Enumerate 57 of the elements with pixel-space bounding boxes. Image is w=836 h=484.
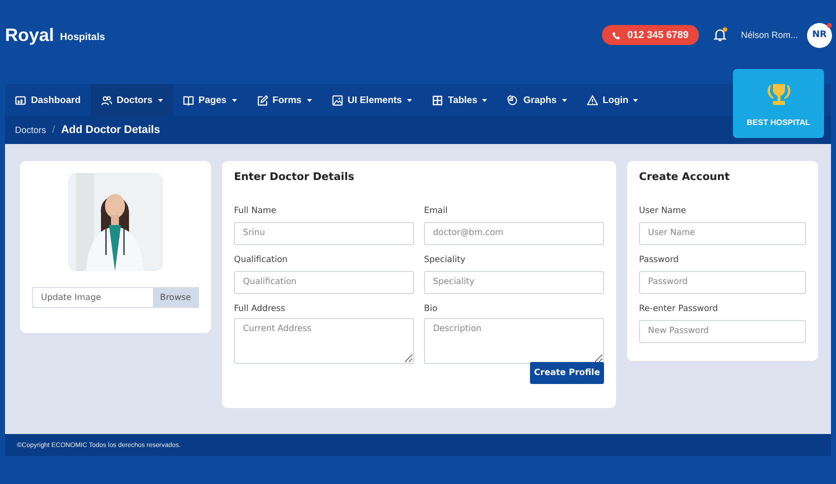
caret-icon <box>306 98 312 102</box>
phone-button[interactable]: 012 345 6789 <box>602 25 699 45</box>
field-label: Qualification <box>234 255 289 267</box>
nav-item[interactable]: UI Elements <box>322 84 422 116</box>
nav-item[interactable]: Pages <box>172 84 247 116</box>
card-title: Create Account <box>639 171 731 185</box>
caret-icon <box>406 98 412 102</box>
caret-icon <box>482 98 488 102</box>
input-field[interactable]: Password <box>639 270 806 294</box>
caret-icon <box>633 98 638 102</box>
nav-item[interactable]: Tables <box>422 84 498 116</box>
input-field[interactable]: doctor@bm.com <box>424 222 604 244</box>
browse-button[interactable]: Browse <box>153 288 198 307</box>
create-profile-button[interactable]: Create Profile <box>530 362 604 384</box>
caret-icon <box>158 98 163 102</box>
breadcrumb-link[interactable]: Doctors <box>15 125 46 135</box>
nav-item[interactable]: Login <box>576 84 648 116</box>
field-label: Speciality <box>424 255 466 267</box>
input-field[interactable]: New Password <box>639 320 806 342</box>
input-field[interactable]: User Name <box>639 222 806 244</box>
award-label: BEST HOSPITAL <box>746 118 810 126</box>
table-icon <box>432 94 443 106</box>
nav-item[interactable]: Dashboard <box>5 84 91 116</box>
page-title: Add Doctor Details <box>61 124 160 136</box>
card-title: Enter Doctor Details <box>234 171 356 185</box>
user-avatar[interactable]: NR <box>807 22 832 48</box>
field-label: User Name <box>639 206 688 218</box>
nav-item[interactable]: Doctors <box>90 84 173 116</box>
user-name[interactable]: Nélson Rom... <box>740 30 798 40</box>
field-label: Email <box>424 206 449 218</box>
book-icon <box>182 94 194 106</box>
field-label: Password <box>639 255 680 267</box>
field-label: Bio <box>424 304 438 316</box>
image-icon <box>332 94 343 106</box>
input-field[interactable]: Srinu <box>234 222 414 244</box>
users-icon <box>100 94 112 106</box>
field-label: Full Name <box>234 206 278 218</box>
warning-icon <box>586 94 598 106</box>
caret-icon <box>232 98 237 102</box>
caret-icon <box>562 98 567 102</box>
bell-icon[interactable] <box>712 28 727 42</box>
nav-item[interactable]: Graphs <box>497 84 577 116</box>
input-field[interactable]: Speciality <box>424 270 604 294</box>
pie-chart-icon <box>507 94 518 106</box>
brand-subtitle: Hospitals <box>60 32 106 43</box>
edit-icon <box>256 94 268 106</box>
field-label: Re-enter Password <box>639 304 719 316</box>
textarea-field[interactable]: Description <box>424 318 604 364</box>
brand-logo: Royal <box>5 24 54 46</box>
phone-icon <box>612 30 622 40</box>
dashboard-icon <box>15 94 26 106</box>
nav-item[interactable]: Forms <box>246 84 322 116</box>
textarea-field[interactable]: Current Address <box>234 318 414 364</box>
breadcrumb-separator: / <box>52 125 56 135</box>
field-label: Full Address <box>234 304 286 316</box>
input-field[interactable]: Qualification <box>234 270 414 294</box>
file-input-field[interactable]: Update Image Browse <box>32 287 199 308</box>
